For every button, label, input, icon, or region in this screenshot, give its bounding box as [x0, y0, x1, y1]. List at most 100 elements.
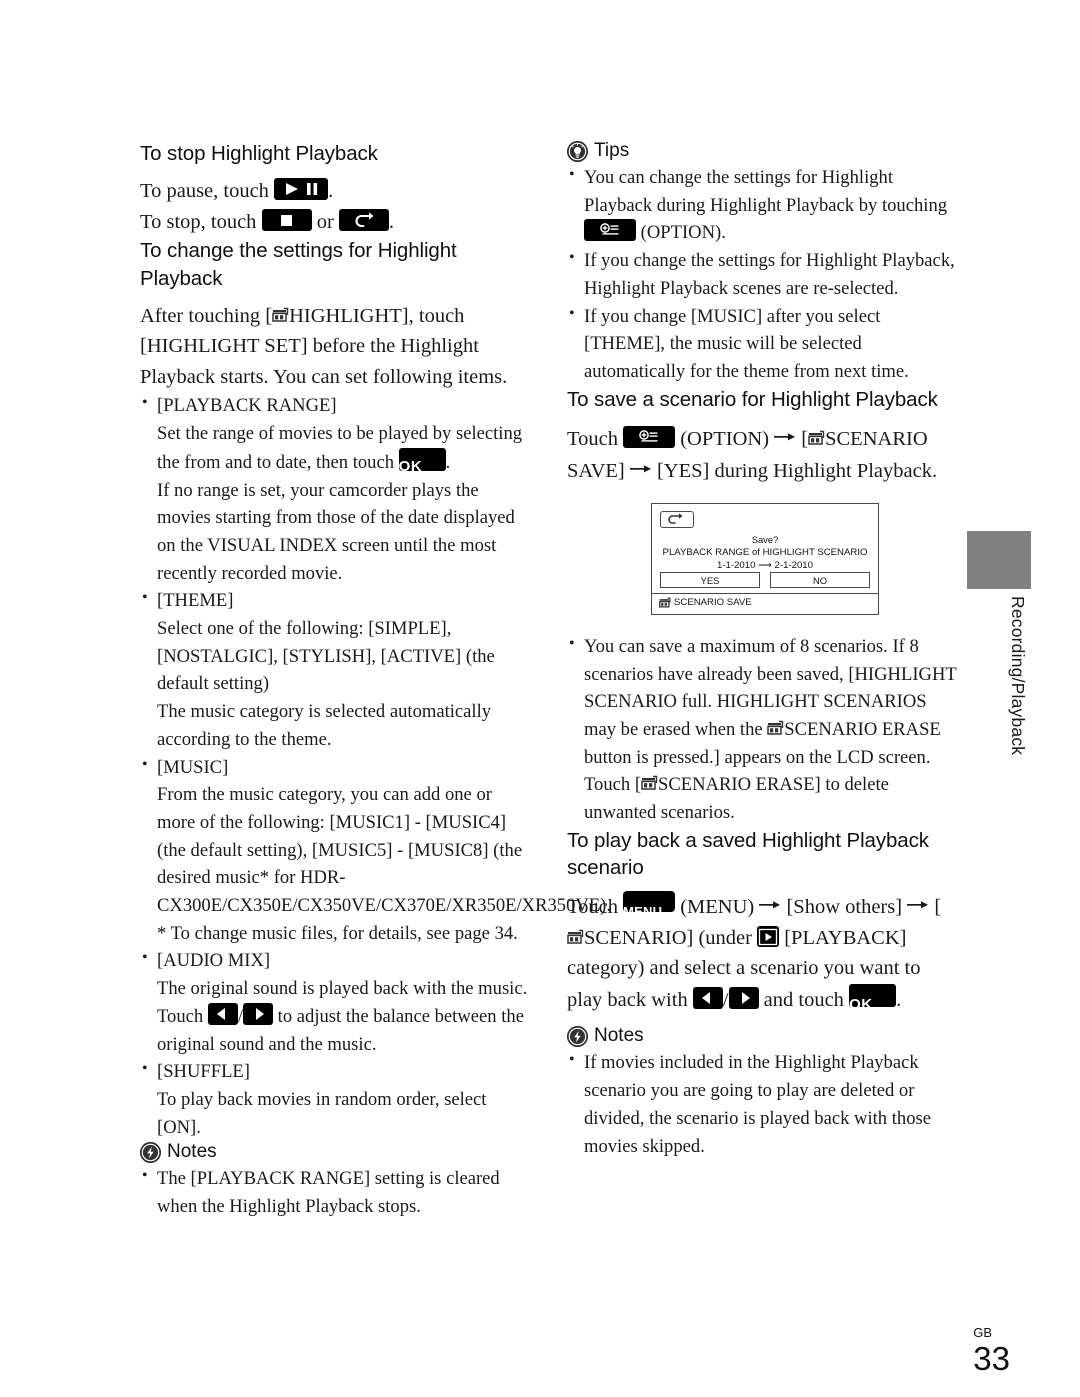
lcd-no-button[interactable]: NO: [770, 571, 870, 588]
item-body-playback-range-b: If no range is set, your camcorder plays…: [157, 479, 515, 584]
prev-arrow-button-icon: [207, 1002, 238, 1025]
pause-text-pre: To pause, touch: [140, 180, 275, 203]
next-arrow-button-icon: [243, 1002, 274, 1025]
lcd-message-line1: Save?: [751, 533, 779, 545]
right-arrow-icon: [629, 454, 652, 485]
lcd-message-line2: PLAYBACK RANGE of HIGHLIGHT SCENARIO: [662, 546, 868, 558]
chapter-tab-marker: [967, 531, 1031, 589]
pause-text-post: .: [328, 180, 334, 203]
play-step-pre: Touch: [567, 896, 624, 919]
item-body-shuffle-a: To play back movies in random order, sel…: [157, 1088, 487, 1138]
lcd-arrow-icon: ⟶: [758, 559, 772, 571]
paragraph-highlight-set-intro: After touching [ HIGHLIGHT], touch [HIGH…: [140, 301, 530, 393]
lcd-button-row: YES NO: [660, 571, 870, 588]
highlight-settings-list: [PLAYBACK RANGE] Set the range of movies…: [140, 391, 611, 1141]
item-title-music: [MUSIC]: [157, 756, 229, 778]
list-item-music: [MUSIC] From the music category, you can…: [140, 753, 611, 948]
item-body-audio-mix-b: Touch / to adjust the balance between th…: [157, 1002, 530, 1058]
right-column: Tips You can change the settings for Hig…: [567, 140, 957, 1160]
stop-text-mid: or: [311, 210, 339, 233]
stop-text-post: .: [388, 210, 395, 233]
highlight-scenario-glyph-icon: [808, 426, 825, 445]
save-step-b-pre: [: [796, 427, 809, 450]
notes-label-right: Notes: [594, 1025, 644, 1047]
list-item-theme: [THEME] Select one of the following: [SI…: [140, 586, 530, 753]
tips-list: You can change the settings for Highligh…: [567, 163, 957, 386]
stop-button-icon: [261, 208, 312, 231]
highlight-scenario-glyph-icon: [659, 597, 671, 609]
notes-list-right: If movies included in the Highlight Play…: [567, 1048, 957, 1160]
pbr-text-pre: Set the range of movies to be played by …: [157, 423, 523, 473]
tips-label: Tips: [594, 140, 630, 161]
next-arrow-button-icon: [728, 986, 759, 1009]
pbr-text-post: .: [445, 451, 451, 473]
lcd-footer: SCENARIO SAVE: [659, 597, 752, 609]
lcd-screen-illustration: Save? PLAYBACK RANGE of HIGHLIGHT SCENAR…: [651, 502, 879, 615]
paragraph-save-scenario-steps: Touch (OPTION) [SCENARIO SAVE] [YES] du…: [567, 422, 957, 487]
chapter-tab-label: Recording/Playback: [1008, 596, 1028, 756]
paragraph-stop-instruction: To stop, touch or .: [140, 207, 530, 238]
tip0-text-pre: You can change the settings for Highligh…: [584, 167, 948, 216]
play-pause-button-icon: [274, 178, 329, 201]
item-footnote-music: * To change music files, for details, se…: [157, 922, 518, 944]
option-button-icon: [623, 425, 676, 448]
ok-button-icon: OK: [849, 983, 897, 1012]
lightbulb-circle-icon: [567, 140, 588, 162]
item-body-playback-range-a: Set the range of movies to be played by …: [157, 420, 530, 476]
lcd-illustration-wrapper: Save? PLAYBACK RANGE of HIGHLIGHT SCENAR…: [651, 502, 957, 615]
notes-callout-header-right: Notes: [567, 1025, 957, 1047]
save-step-c: [YES] during Highlight Playback.: [651, 460, 938, 483]
document-page: To stop Highlight Playback To pause, tou…: [0, 0, 1080, 1397]
notes-list-left: The [PLAYBACK RANGE] setting is cleared …: [140, 1164, 530, 1220]
highlight-scenario-glyph-icon: [641, 773, 658, 791]
scenario-limit-item: You can save a maximum of 8 scenarios. I…: [567, 632, 957, 827]
playback-category-icon: [757, 925, 780, 947]
right-arrow-icon: [759, 890, 781, 921]
save-step-pre: Touch: [567, 427, 624, 450]
heading-to-stop-highlight-playback: To stop Highlight Playback: [140, 142, 378, 165]
tip-item-music-theme: If you change [MUSIC] after you select […: [567, 302, 957, 386]
stop-text-pre: To stop, touch: [140, 210, 262, 233]
tips-callout-header: Tips: [567, 140, 957, 162]
notes-callout-header-left: Notes: [140, 1141, 530, 1163]
heading-change-settings: To change the settings for Highlight Pla…: [140, 239, 457, 290]
amix-text-pre: Touch: [157, 1005, 208, 1027]
paragraph-play-scenario-steps: Touch MENU (MENU) [Show others] [ SCENAR…: [567, 890, 957, 1015]
page-footer: GB 33: [973, 1326, 1010, 1375]
play-step-a: (MENU): [675, 896, 760, 919]
heading-play-saved-scenario: To play back a saved Highlight Playback …: [567, 828, 929, 880]
paragraph-pause-instruction: To pause, touch .: [140, 176, 530, 207]
save-step-a: (OPTION): [675, 427, 775, 450]
item-body-theme-a: Select one of the following: [SIMPLE], […: [157, 618, 495, 695]
option-button-icon: [584, 219, 636, 242]
back-button-icon: [338, 208, 389, 231]
lcd-yes-button[interactable]: YES: [660, 571, 760, 588]
play-step-g: .: [896, 988, 902, 1011]
menu-button-icon: MENU: [623, 891, 676, 918]
lcd-date-from: 1-1-2010: [717, 559, 756, 571]
play-step-c-post: SCENARIO] (under: [584, 926, 758, 949]
ok-button-icon: OK: [398, 447, 446, 474]
lcd-date-to: 2-1-2010: [774, 559, 813, 571]
ok-button-label: OK: [849, 995, 873, 1013]
lcd-message-line3: 1-1-2010 ⟶ 2-1-2010: [652, 560, 878, 573]
lcd-divider: [652, 592, 878, 594]
lightning-circle-icon: [567, 1025, 588, 1047]
heading-save-scenario: To save a scenario for Highlight Playbac…: [567, 387, 938, 411]
item-body-theme-b: The music category is selected automatic…: [157, 701, 492, 750]
ok-button-label: OK: [398, 457, 423, 475]
item-body-audio-mix-a: The original sound is played back with t…: [157, 978, 528, 1000]
play-step-c-pre: [: [929, 896, 942, 919]
item-title-shuffle: [SHUFFLE]: [157, 1061, 250, 1083]
right-arrow-icon: [774, 422, 796, 453]
lcd-message: Save? PLAYBACK RANGE of HIGHLIGHT SCENAR…: [652, 534, 878, 573]
list-item-shuffle: [SHUFFLE] To play back movies in random …: [140, 1057, 530, 1141]
locale-code: GB: [973, 1325, 993, 1340]
menu-button-label: MENU: [623, 904, 663, 920]
prev-arrow-button-icon: [692, 986, 723, 1009]
list-item-audio-mix: [AUDIO MIX] The original sound is played…: [140, 946, 530, 1058]
left-column: To stop Highlight Playback To pause, tou…: [140, 140, 611, 1221]
lcd-footer-label: SCENARIO SAVE: [674, 597, 752, 609]
page-number: 33: [973, 1340, 1010, 1377]
tip-item-reselect: If you change the settings for Highlight…: [567, 246, 957, 302]
